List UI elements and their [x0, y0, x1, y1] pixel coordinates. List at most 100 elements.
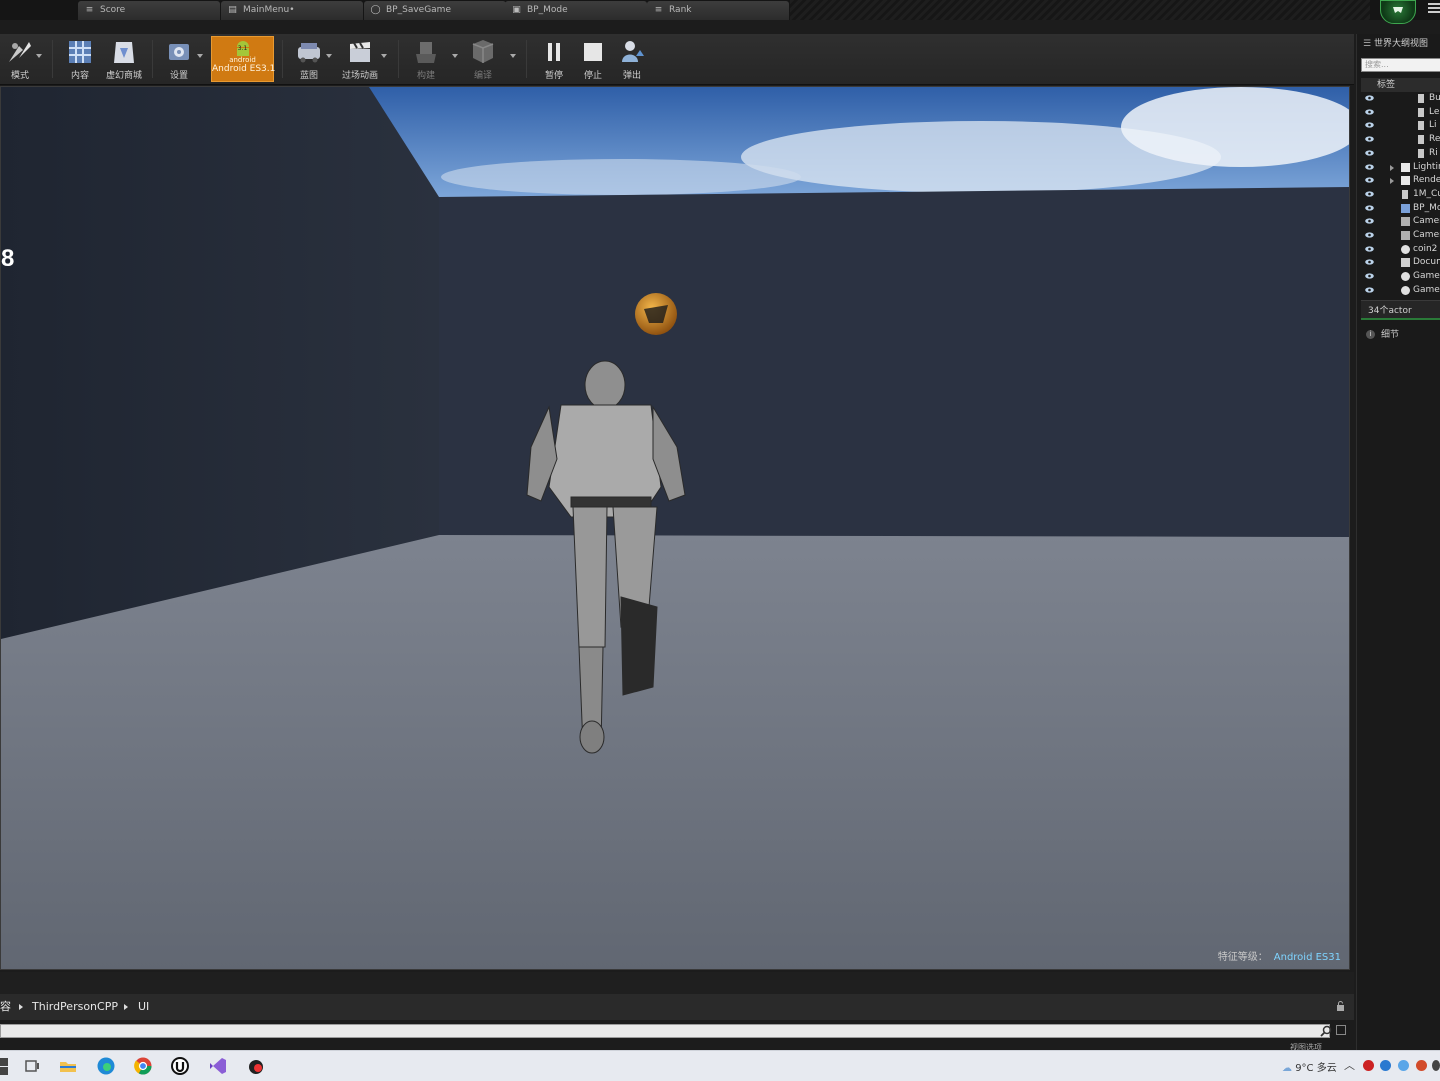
visibility-eye-icon[interactable]: [1365, 259, 1374, 265]
actor-icon: [1418, 121, 1424, 131]
chrome-icon[interactable]: [133, 1056, 153, 1076]
expand-arrow-icon[interactable]: [1390, 178, 1394, 185]
settings-label: 设置: [169, 71, 188, 81]
outliner-search-input[interactable]: 搜索...: [1361, 58, 1440, 72]
path-segment-content[interactable]: 容: [0, 994, 11, 1020]
outliner-row[interactable]: Bu: [1361, 92, 1440, 105]
visibility-eye-icon[interactable]: [1365, 136, 1374, 142]
outliner-row[interactable]: Camer: [1361, 215, 1440, 228]
outliner-row[interactable]: BP_Mo: [1361, 202, 1440, 215]
app-icon[interactable]: [246, 1056, 266, 1076]
save-search-icon[interactable]: [1336, 1025, 1346, 1035]
tab-strip-background: [790, 0, 1370, 20]
outliner-row[interactable]: coin2: [1361, 243, 1440, 256]
unreal-icon[interactable]: [170, 1056, 190, 1076]
outliner-row[interactable]: Lightin: [1361, 161, 1440, 174]
marketplace-button[interactable]: 虚幻商城: [104, 36, 144, 82]
visibility-eye-icon[interactable]: [1365, 177, 1374, 183]
compile-dropdown-icon[interactable]: [510, 54, 516, 58]
path-segment-thirdpersoncpp[interactable]: ThirdPersonCPP: [32, 994, 118, 1020]
blueprints-button[interactable]: 蓝图: [292, 36, 326, 82]
tray-app-icon[interactable]: [1416, 1060, 1427, 1071]
compile-button[interactable]: 编译: [464, 36, 502, 82]
weather-text: 9°C 多云: [1295, 1063, 1337, 1074]
pause-button[interactable]: 暂停: [536, 36, 572, 82]
tray-expand-icon[interactable]: ︿: [1344, 1057, 1355, 1073]
visibility-eye-icon[interactable]: [1365, 232, 1374, 238]
tab-score[interactable]: ≡ Score: [78, 1, 220, 20]
modes-dropdown-icon[interactable]: [36, 54, 42, 58]
expand-arrow-icon[interactable]: [1390, 164, 1394, 171]
content-icon: [69, 41, 91, 63]
tray-app-icon[interactable]: [1380, 1060, 1391, 1071]
toolbar-separator: [152, 40, 153, 78]
visibility-eye-icon[interactable]: [1365, 218, 1374, 224]
eject-button[interactable]: 弹出: [614, 36, 650, 82]
unreal-logo-icon[interactable]: [1380, 0, 1416, 24]
outliner-row[interactable]: GameM: [1361, 270, 1440, 283]
tab-mainmenu[interactable]: ▤ MainMenu•: [221, 1, 363, 20]
build-button[interactable]: 构建: [408, 36, 444, 82]
path-segment-ui[interactable]: UI: [138, 994, 149, 1020]
blueprints-dropdown-icon[interactable]: [326, 54, 332, 58]
search-icon[interactable]: [1320, 1025, 1332, 1037]
details-tab[interactable]: i 细节: [1361, 326, 1440, 344]
lock-icon[interactable]: [1336, 1001, 1345, 1011]
cinematics-dropdown-icon[interactable]: [381, 54, 387, 58]
tray-app-icon[interactable]: [1398, 1060, 1409, 1071]
visibility-eye-icon[interactable]: [1365, 273, 1374, 279]
cloud: [1121, 87, 1349, 167]
tab-bp-mode[interactable]: ▣ BP_Mode: [505, 1, 647, 20]
viewport-scene: [1, 87, 1349, 969]
outliner-row[interactable]: GameS: [1361, 284, 1440, 297]
path-arrow-icon[interactable]: [19, 1004, 23, 1010]
build-dropdown-icon[interactable]: [452, 54, 458, 58]
visibility-eye-icon[interactable]: [1365, 287, 1374, 293]
file-explorer-icon[interactable]: [58, 1056, 78, 1076]
visibility-eye-icon[interactable]: [1365, 204, 1374, 211]
visibility-eye-icon[interactable]: [1365, 246, 1374, 252]
world-outliner-tab[interactable]: ☰ 世界大纲视图: [1363, 36, 1440, 52]
cinematics-button[interactable]: 过场动画: [338, 36, 382, 82]
tray-app-icon[interactable]: [1432, 1060, 1440, 1071]
sphere-icon: [1401, 272, 1410, 282]
tray-app-icon[interactable]: [1363, 1060, 1374, 1071]
settings-dropdown-icon[interactable]: [197, 54, 203, 58]
tab-rank[interactable]: ≡ Rank: [647, 1, 789, 20]
visual-studio-icon[interactable]: [208, 1056, 228, 1076]
preview-android-es31-button[interactable]: 3.1 android Android ES3.1: [211, 36, 275, 82]
task-view-icon[interactable]: [22, 1056, 42, 1076]
edge-icon[interactable]: [96, 1056, 116, 1076]
content-browser-search-input[interactable]: [0, 1024, 1330, 1038]
outliner-row[interactable]: Docum: [1361, 256, 1440, 269]
level-viewport[interactable]: 8 特征等级： Android ES31: [0, 86, 1350, 970]
tab-bp-savegame[interactable]: ◯ BP_SaveGame: [364, 1, 506, 20]
weather-widget[interactable]: ☁ 9°C 多云: [1282, 1059, 1337, 1074]
outliner-row[interactable]: Re: [1361, 133, 1440, 146]
outliner-row[interactable]: Le: [1361, 106, 1440, 119]
tab-label: BP_SaveGame: [386, 5, 451, 15]
outliner-icon: ☰: [1363, 39, 1374, 49]
outliner-row[interactable]: Ri: [1361, 147, 1440, 160]
info-icon: i: [1366, 330, 1375, 339]
visibility-eye-icon[interactable]: [1365, 191, 1374, 197]
outliner-row-label: Docum: [1413, 257, 1440, 268]
start-icon[interactable]: [0, 1056, 20, 1076]
visibility-eye-icon[interactable]: [1365, 122, 1374, 128]
outliner-row[interactable]: 1M_Cu: [1361, 188, 1440, 201]
outliner-row[interactable]: Camer: [1361, 229, 1440, 242]
path-arrow-icon[interactable]: [124, 1004, 128, 1010]
content-button[interactable]: 内容: [62, 36, 98, 82]
stop-button[interactable]: 停止: [576, 36, 610, 82]
settings-button[interactable]: 设置: [162, 36, 196, 82]
floor: [1, 535, 1349, 969]
outliner-row[interactable]: Render: [1361, 174, 1440, 187]
visibility-eye-icon[interactable]: [1365, 109, 1374, 115]
outliner-row[interactable]: Li: [1361, 119, 1440, 132]
window-menu-icon[interactable]: [1428, 3, 1440, 15]
modes-button[interactable]: 模式: [2, 36, 38, 82]
visibility-eye-icon[interactable]: [1365, 150, 1374, 156]
visibility-eye-icon[interactable]: [1365, 95, 1374, 101]
visibility-eye-icon[interactable]: [1365, 163, 1374, 170]
outliner-column-label[interactable]: 标签: [1361, 78, 1440, 92]
